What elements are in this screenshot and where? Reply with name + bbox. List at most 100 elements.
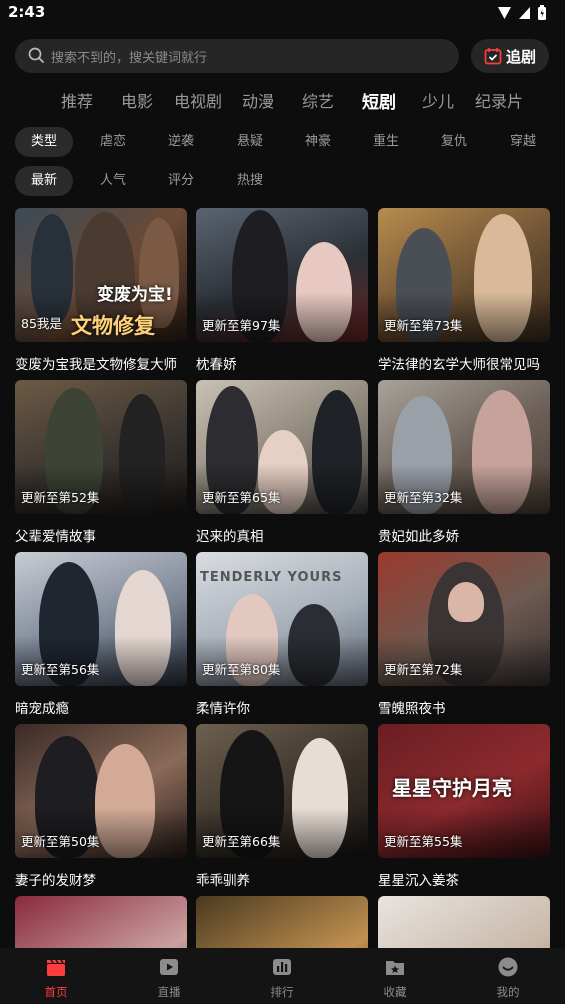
drama-card[interactable]: 更新至第73集 学法律的玄学大师很常见吗 [378, 208, 550, 373]
tab-short-drama[interactable]: 短剧 [362, 88, 396, 113]
episode-badge: 更新至第97集 [202, 318, 281, 333]
episode-badge: 更新至第72集 [384, 662, 463, 677]
status-bar: 2:43 [0, 0, 565, 28]
category-tabs: 推荐 电影 电视剧 动漫 综艺 短剧 少儿 纪录片 [0, 88, 565, 113]
follow-button-label: 追剧 [505, 47, 536, 66]
drama-poster [15, 896, 187, 948]
nav-home[interactable]: 首页 [26, 956, 86, 1000]
drama-title: 迟来的真相 [196, 529, 264, 545]
chip-genre-suspense[interactable]: 悬疑 [221, 127, 279, 157]
drama-poster [378, 896, 550, 948]
episode-badge: 更新至第65集 [202, 490, 281, 505]
drama-title: 星星沉入姜茶 [378, 873, 459, 889]
drama-poster: 更新至第65集 [196, 380, 368, 514]
drama-card[interactable]: 更新至第72集 雪魄照夜书 [378, 552, 550, 717]
poster-subtitle: 变废为宝! [97, 285, 173, 305]
episode-badge: 更新至第52集 [21, 490, 100, 505]
drama-card[interactable]: 更新至第66集 乖乖驯养 [196, 724, 368, 889]
episode-badge: 更新至第55集 [384, 834, 463, 849]
drama-card[interactable] [15, 896, 187, 948]
drama-card[interactable]: 更新至第52集 父辈爱情故事 [15, 380, 187, 545]
tab-tv-series[interactable]: 电视剧 [174, 88, 222, 112]
chip-sort-rating[interactable]: 评分 [152, 166, 210, 196]
genre-filter: 类型 虐恋 逆袭 悬疑 神豪 重生 复仇 穿越 [0, 127, 565, 157]
chip-sort-latest[interactable]: 最新 [15, 166, 73, 196]
nav-favorites[interactable]: 收藏 [365, 956, 425, 1000]
chip-genre-comeback[interactable]: 逆袭 [152, 127, 210, 157]
drama-poster: 更新至第56集 [15, 552, 187, 686]
chip-genre-revenge[interactable]: 复仇 [425, 127, 483, 157]
nav-home-label: 首页 [44, 985, 68, 999]
follow-button[interactable]: 追剧 [471, 39, 549, 73]
chip-genre-time-travel[interactable]: 穿越 [494, 127, 552, 157]
drama-poster [196, 896, 368, 948]
poster-title: 文物修复 [71, 314, 155, 338]
tab-variety[interactable]: 综艺 [302, 88, 334, 112]
chip-genre-tycoon[interactable]: 神豪 [289, 127, 347, 157]
drama-title: 贵妃如此多娇 [378, 529, 459, 545]
nav-live[interactable]: 直播 [139, 956, 199, 1000]
episode-badge: 更新至第32集 [384, 490, 463, 505]
battery-icon [538, 5, 546, 20]
nav-profile-label: 我的 [496, 985, 520, 999]
drama-poster: 更新至第72集 [378, 552, 550, 686]
drama-card[interactable]: 变废为宝! 文物修复 85我是 变废为宝我是文物修复大师 [15, 208, 187, 373]
drama-grid: 变废为宝! 文物修复 85我是 变废为宝我是文物修复大师 更新至第97集 枕春娇… [0, 208, 565, 948]
drama-card[interactable] [378, 896, 550, 948]
episode-badge: 85我是 [21, 316, 62, 331]
drama-title: 变废为宝我是文物修复大师 [15, 357, 177, 373]
nav-live-label: 直播 [157, 985, 181, 999]
drama-card[interactable]: 更新至第50集 妻子的发财梦 [15, 724, 187, 889]
wifi-icon [519, 7, 530, 19]
smiley-icon [498, 957, 518, 977]
tab-documentary[interactable]: 纪录片 [475, 88, 523, 112]
status-time: 2:43 [8, 3, 46, 21]
tab-kids[interactable]: 少儿 [422, 88, 454, 112]
tab-movie[interactable]: 电影 [121, 88, 153, 112]
episode-badge: 更新至第80集 [202, 662, 281, 677]
play-square-icon [160, 959, 178, 975]
chip-genre-type[interactable]: 类型 [15, 127, 73, 157]
chip-genre-rebirth[interactable]: 重生 [357, 127, 415, 157]
drama-title: 乖乖驯养 [196, 873, 250, 889]
drama-title: 暗宠成瘾 [15, 701, 69, 717]
drama-poster: 更新至第66集 [196, 724, 368, 858]
drama-card[interactable]: 更新至第32集 贵妃如此多娇 [378, 380, 550, 545]
drama-card[interactable]: 星星守护月亮 更新至第55集 星星沉入姜茶 [378, 724, 550, 889]
drama-poster: 更新至第52集 [15, 380, 187, 514]
drama-title: 妻子的发财梦 [15, 873, 96, 889]
search-icon [28, 47, 44, 63]
episode-badge: 更新至第73集 [384, 318, 463, 333]
drama-card[interactable]: 更新至第65集 迟来的真相 [196, 380, 368, 545]
status-icons [497, 5, 547, 21]
bar-chart-icon [273, 959, 291, 975]
drama-title: 柔情许你 [196, 701, 250, 717]
signal-icon [498, 7, 511, 19]
bottom-nav: 首页 直播 排行 收藏 我的 [0, 948, 565, 1004]
episode-badge: 更新至第66集 [202, 834, 281, 849]
drama-title: 雪魄照夜书 [378, 701, 446, 717]
drama-card[interactable] [196, 896, 368, 948]
sort-filter: 最新 人气 评分 热搜 [0, 166, 565, 196]
drama-card[interactable]: 更新至第97集 枕春娇 [196, 208, 368, 373]
chip-sort-trending[interactable]: 热搜 [221, 166, 279, 196]
chip-genre-abuse-love[interactable]: 虐恋 [84, 127, 142, 157]
episode-badge: 更新至第50集 [21, 834, 100, 849]
chip-sort-popular[interactable]: 人气 [84, 166, 142, 196]
drama-title: 父辈爱情故事 [15, 529, 96, 545]
nav-profile[interactable]: 我的 [478, 956, 538, 1000]
drama-card[interactable]: 更新至第56集 暗宠成瘾 [15, 552, 187, 717]
drama-poster: TENDERLY YOURS 更新至第80集 [196, 552, 368, 686]
nav-ranking[interactable]: 排行 [252, 956, 312, 1000]
star-folder-icon [386, 961, 404, 975]
drama-card[interactable]: TENDERLY YOURS 更新至第80集 柔情许你 [196, 552, 368, 717]
drama-poster: 更新至第32集 [378, 380, 550, 514]
search-bar[interactable]: 搜索不到的，搜关键词就行 [15, 39, 459, 73]
tab-recommend[interactable]: 推荐 [61, 88, 93, 112]
poster-title: 星星守护月亮 [392, 776, 512, 800]
episode-badge: 更新至第56集 [21, 662, 100, 677]
tab-anime[interactable]: 动漫 [242, 88, 274, 112]
drama-poster: 变废为宝! 文物修复 85我是 [15, 208, 187, 342]
poster-title: TENDERLY YOURS [200, 570, 343, 585]
nav-ranking-label: 排行 [270, 985, 294, 999]
